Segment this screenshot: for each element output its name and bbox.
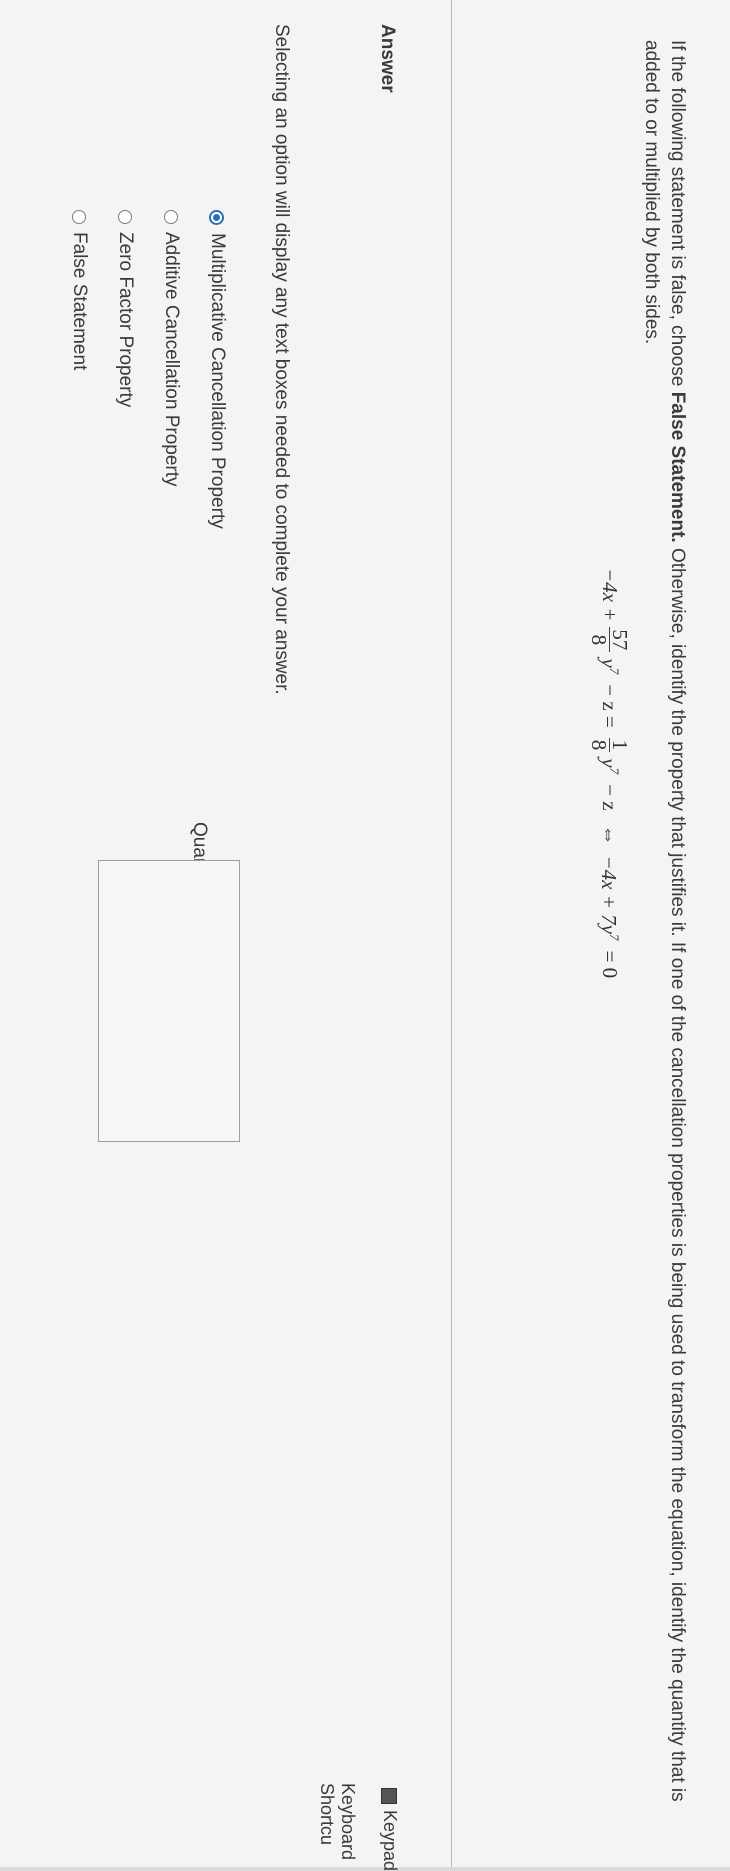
- rhs-text: −4x + 7y: [597, 855, 622, 934]
- question-text: If the following statement is false, cho…: [638, 40, 690, 1830]
- frac2-denominator: 8: [587, 739, 611, 751]
- exp1: 7: [607, 667, 623, 675]
- false-statement-emphasis: False Statement.: [667, 391, 688, 543]
- eq-y2: y7: [597, 758, 623, 774]
- eq-equals-zero: = 0: [598, 950, 622, 979]
- rotated-page: If the following statement is false, cho…: [0, 0, 730, 1871]
- option-label: Additive Cancellation Property: [161, 232, 182, 487]
- frac1-numerator: 57: [608, 627, 632, 653]
- exp3: 7: [607, 934, 623, 941]
- equation: −4x + 57 8 y7 − z = 1 8 y7 − z ⇔ −4x + 7…: [587, 568, 632, 982]
- quantity-input[interactable]: [98, 860, 240, 1142]
- answer-heading: Answer: [377, 24, 398, 93]
- eq-minus-z-equals: − z =: [598, 684, 622, 728]
- iff-symbol: ⇔: [598, 824, 622, 846]
- eq-lhs-start: −4x +: [598, 568, 622, 622]
- option-label: Multiplicative Cancellation Property: [207, 233, 228, 529]
- option-additive-cancellation[interactable]: Additive Cancellation Property: [148, 210, 194, 529]
- fraction-57-8: 57 8: [587, 627, 632, 653]
- radio-empty-icon[interactable]: [72, 210, 86, 224]
- option-multiplicative-cancellation[interactable]: Multiplicative Cancellation Property: [194, 210, 240, 529]
- exp2: 7: [607, 767, 623, 775]
- keypad-label: Keypad: [380, 1810, 400, 1871]
- y2: y: [597, 758, 622, 768]
- keypad-icon: [381, 1788, 398, 1804]
- radio-empty-icon[interactable]: [164, 210, 178, 224]
- option-label: False Statement: [69, 232, 90, 371]
- fraction-1-8: 1 8: [587, 737, 632, 753]
- eq-minus-z2: − z: [598, 784, 622, 811]
- option-label: Zero Factor Property: [115, 232, 136, 408]
- keypad-button[interactable]: Keypad: [379, 1788, 400, 1871]
- radio-empty-icon[interactable]: [118, 210, 132, 224]
- y1: y: [597, 658, 622, 668]
- question-text-start: If the following statement is false, cho…: [667, 40, 688, 392]
- eq-y1: y7: [597, 658, 623, 674]
- answer-options: Multiplicative Cancellation Property Add…: [56, 210, 240, 529]
- radio-selected-icon[interactable]: [209, 210, 225, 225]
- option-zero-factor[interactable]: Zero Factor Property: [102, 210, 148, 529]
- frac2-numerator: 1: [608, 737, 632, 753]
- answer-instructions: Selecting an option will display any tex…: [271, 24, 292, 695]
- eq-rhs: −4x + 7y7: [597, 856, 623, 941]
- section-divider: [451, 0, 452, 1867]
- option-false-statement[interactable]: False Statement: [56, 210, 102, 529]
- keyboard-shortcuts-link[interactable]: Keyboard Shortcu: [316, 1783, 358, 1867]
- frac1-denominator: 8: [587, 634, 611, 646]
